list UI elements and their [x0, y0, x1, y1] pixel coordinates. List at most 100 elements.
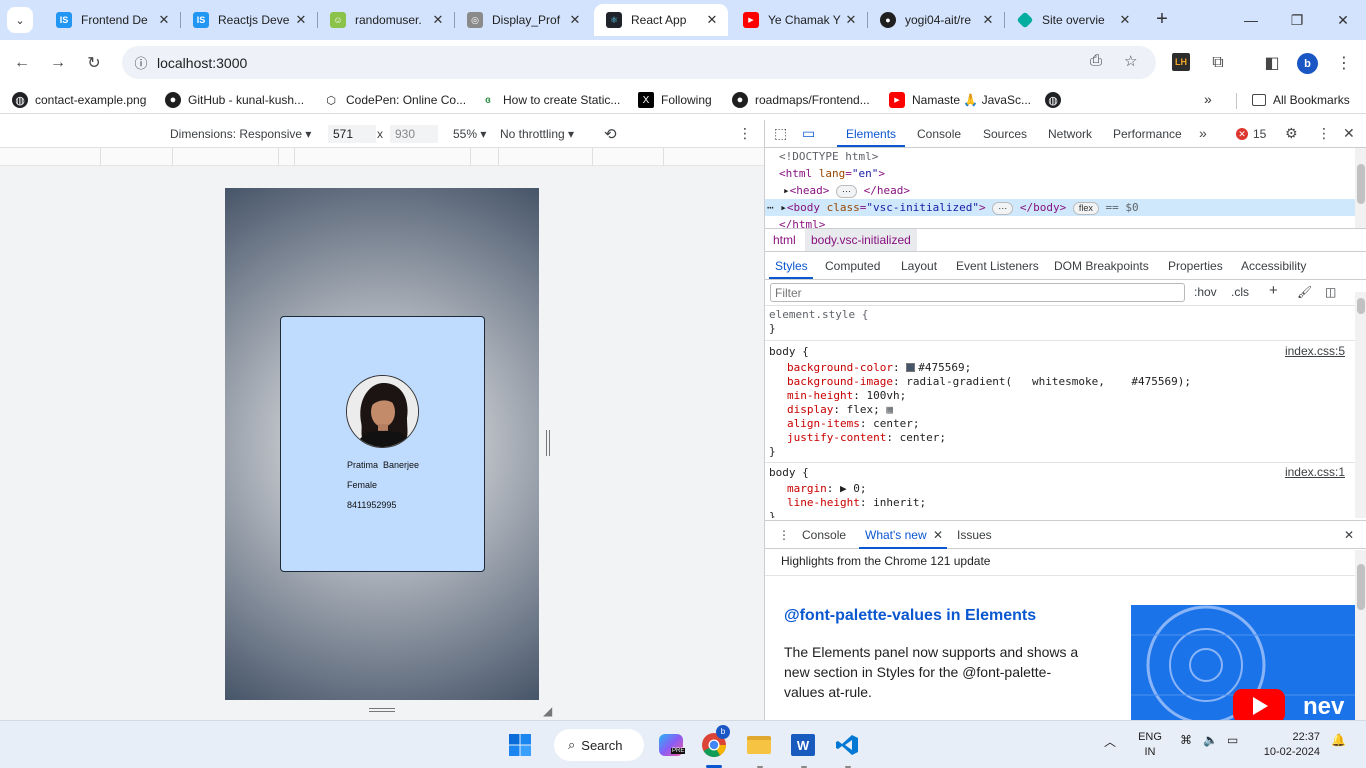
kebab-menu-icon[interactable]: ⋮ [738, 125, 752, 142]
close-drawer-icon[interactable]: ✕ [1344, 528, 1354, 542]
close-window-button[interactable]: ✕ [1320, 0, 1366, 40]
copilot-app[interactable]: PRE [655, 729, 687, 761]
breadcrumb-body[interactable]: body.vsc-initialized [805, 229, 917, 251]
extensions-button[interactable]: ⧉ [1205, 50, 1231, 76]
subtab-event-listeners[interactable]: Event Listeners [956, 259, 1039, 273]
width-input[interactable]: 571 [328, 125, 376, 143]
style-prop[interactable]: min-height: 100vh; [787, 389, 906, 403]
scroll-thumb[interactable] [1357, 164, 1365, 204]
dom-head-node[interactable]: ▸<head> ⋯ </head> [765, 182, 1355, 199]
close-icon[interactable]: ✕ [430, 12, 446, 28]
language-indicator[interactable]: ENG IN [1136, 730, 1164, 760]
word-app[interactable]: W [787, 729, 819, 761]
all-bookmarks-button[interactable]: All Bookmarks [1252, 89, 1350, 111]
tab-console[interactable]: Console [917, 127, 961, 141]
volume-icon[interactable]: 🔈 [1203, 733, 1218, 747]
scroll-thumb[interactable] [1357, 564, 1365, 610]
breadcrumb-html[interactable]: html [767, 229, 802, 251]
ellipsis-icon[interactable]: ⋯ [992, 202, 1014, 215]
dom-doctype[interactable]: <!DOCTYPE html> [765, 148, 1355, 165]
more-tabs-icon[interactable]: » [1199, 125, 1207, 141]
device-toggle-icon[interactable]: ▭ [802, 125, 815, 142]
lighthouse-extension-icon[interactable]: LH [1172, 53, 1190, 71]
tab-1[interactable]: IS Reactjs Deve ✕ [181, 4, 317, 36]
media-query-segment[interactable] [100, 148, 173, 166]
class-toggle[interactable]: .cls [1231, 285, 1249, 299]
error-count-badge[interactable]: ✕ 15 [1236, 127, 1266, 141]
reload-button[interactable]: ↻ [81, 50, 107, 76]
close-icon[interactable]: ✕ [156, 12, 172, 28]
dom-html-close[interactable]: </html> [765, 216, 1355, 228]
rule2-source-link[interactable]: index.css:1 [1285, 465, 1345, 479]
kebab-menu-icon[interactable]: ⋮ [778, 528, 790, 542]
media-query-segment[interactable] [470, 148, 499, 166]
close-icon[interactable]: ✕ [1343, 125, 1355, 142]
close-icon[interactable]: ✕ [933, 528, 943, 542]
battery-icon[interactable]: ▭ [1227, 733, 1238, 747]
bookmark-item[interactable]: ▶ Namaste 🙏 JavaSc... [889, 89, 1031, 111]
new-rule-icon[interactable]: + [1269, 282, 1278, 299]
tab-0[interactable]: IS Frontend De ✕ [44, 4, 180, 36]
tab-7[interactable]: Site overvie ✕ [1005, 4, 1141, 36]
media-query-bar[interactable] [0, 148, 764, 166]
zoom-dropdown[interactable]: 55% ▾ [453, 127, 486, 141]
flex-badge[interactable]: flex [1072, 202, 1099, 215]
system-clock[interactable]: 22:37 10-02-2024 [1258, 730, 1320, 760]
tab-performance[interactable]: Performance [1113, 127, 1182, 141]
back-button[interactable]: ← [9, 50, 35, 76]
drawer-tab-whats-new[interactable]: What's new [865, 528, 927, 542]
side-panel-button[interactable]: ◧ [1259, 50, 1285, 76]
viewport-resize-handle-right[interactable] [546, 430, 550, 456]
address-bar[interactable]: ⓘ localhost:3000 ⎙ ☆ [122, 46, 1156, 79]
kebab-menu-icon[interactable]: ⋮ [1317, 125, 1331, 142]
style-prop[interactable]: display: flex; ▦ [787, 403, 893, 417]
chevron-up-icon[interactable]: ︿ [1104, 733, 1116, 750]
height-input[interactable]: 930 [390, 125, 438, 143]
resize-corner-icon[interactable]: ◢ [543, 704, 552, 718]
dimensions-dropdown[interactable]: Dimensions: Responsive ▾ [170, 127, 311, 141]
taskbar-search[interactable]: ⌕ Search [554, 729, 644, 761]
style-prop[interactable]: background-image: radial-gradient( white… [787, 375, 1191, 389]
new-tab-button[interactable]: + [1150, 8, 1174, 32]
bookmarks-overflow-icon[interactable]: » [1204, 91, 1212, 107]
bookmark-item[interactable]: ◍ contact-example.png [12, 89, 146, 111]
tab-2[interactable]: ☺ randomuser. ✕ [318, 4, 454, 36]
network-icon[interactable]: ⌘ [1180, 733, 1192, 747]
browser-menu-button[interactable]: ⋮ [1331, 50, 1357, 76]
dom-scrollbar[interactable] [1355, 148, 1366, 228]
tab-6[interactable]: ● yogi04-ait/re ✕ [868, 4, 1004, 36]
close-icon[interactable]: ✕ [293, 12, 309, 28]
rotate-icon[interactable]: ⟲ [604, 125, 617, 143]
tab-3[interactable]: ◎ Display_Prof ✕ [455, 4, 591, 36]
tab-4-active[interactable]: ⚛ React App ✕ [594, 4, 728, 36]
file-explorer-app[interactable] [743, 729, 775, 761]
subtab-properties[interactable]: Properties [1168, 259, 1223, 273]
notification-bell-icon[interactable]: 🔔 [1331, 733, 1346, 747]
close-icon[interactable]: ✕ [704, 12, 720, 28]
site-info-icon[interactable]: ⓘ [126, 53, 156, 72]
subtab-dom-breakpoints[interactable]: DOM Breakpoints [1054, 259, 1149, 273]
flexbox-editor-icon[interactable]: ▦ [886, 403, 893, 416]
bookmark-item[interactable]: ɞ How to create Static... [480, 89, 620, 111]
tab-elements[interactable]: Elements [846, 127, 896, 141]
drawer-tab-console[interactable]: Console [802, 528, 846, 542]
bookmark-item[interactable]: ● roadmaps/Frontend... [732, 89, 870, 111]
bookmark-item[interactable]: ⬡ CodePen: Online Co... [323, 89, 466, 111]
restore-button[interactable]: ❐ [1274, 0, 1320, 40]
style-prop[interactable]: line-height: inherit; [787, 496, 926, 510]
minimize-button[interactable]: — [1228, 0, 1274, 40]
subtab-layout[interactable]: Layout [901, 259, 937, 273]
sidebar-toggle-icon[interactable]: ◫ [1325, 285, 1336, 299]
drawer-scrollbar[interactable] [1355, 550, 1366, 720]
drawer-tab-issues[interactable]: Issues [957, 528, 992, 542]
subtab-computed[interactable]: Computed [825, 259, 880, 273]
throttling-dropdown[interactable]: No throttling ▾ [500, 127, 574, 141]
rule1-source-link[interactable]: index.css:5 [1285, 344, 1345, 358]
scroll-thumb[interactable] [1357, 298, 1365, 314]
subtab-styles[interactable]: Styles [775, 259, 808, 273]
bookmark-star-icon[interactable]: ☆ [1124, 52, 1137, 70]
styles-scrollbar[interactable] [1355, 292, 1366, 518]
tab-sources[interactable]: Sources [983, 127, 1027, 141]
subtab-accessibility[interactable]: Accessibility [1241, 259, 1306, 273]
dom-html-node[interactable]: <html lang="en"> [765, 165, 1355, 182]
